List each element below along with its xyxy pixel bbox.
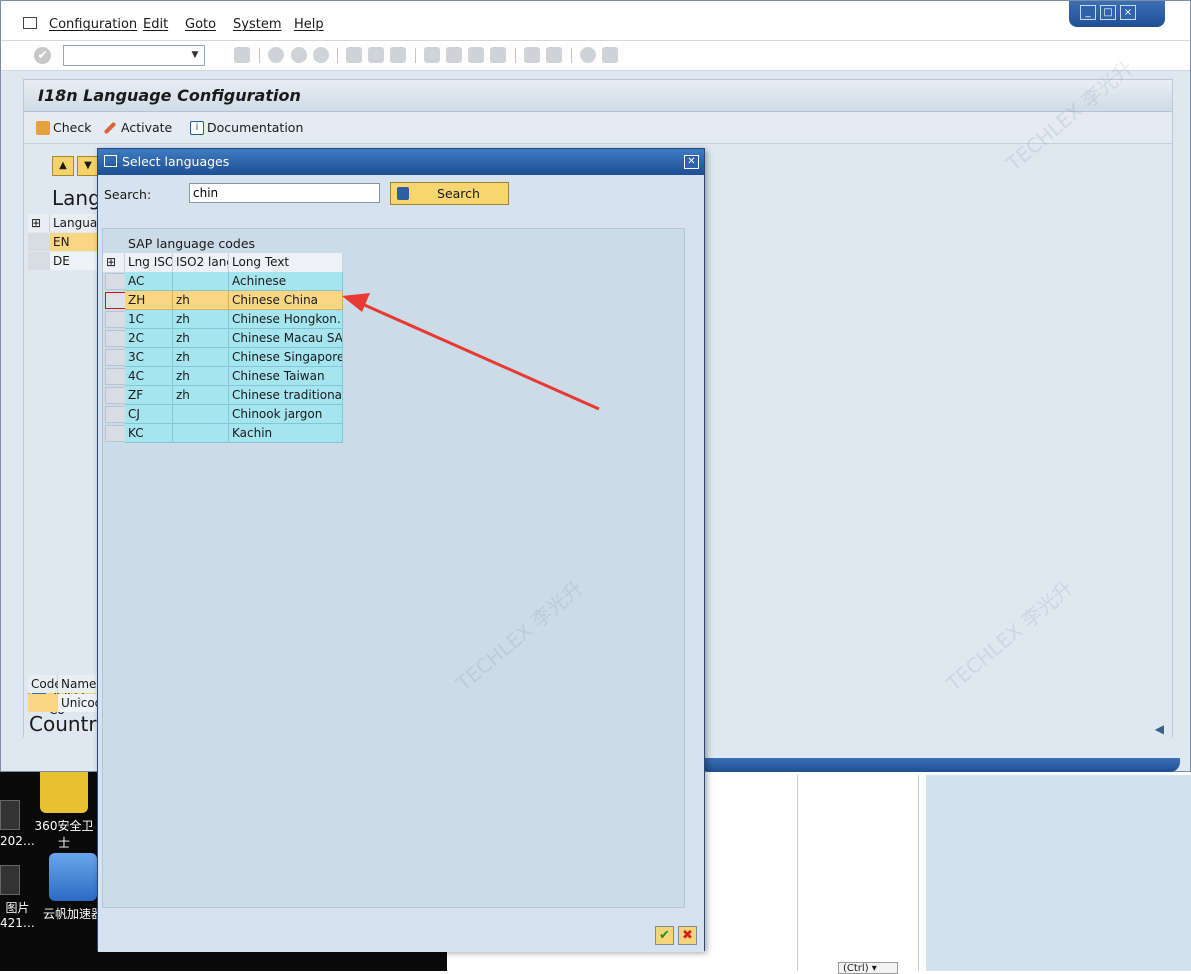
arrow-shaft xyxy=(359,301,600,411)
arrow-head xyxy=(342,293,370,312)
annotation-arrow xyxy=(342,293,600,411)
